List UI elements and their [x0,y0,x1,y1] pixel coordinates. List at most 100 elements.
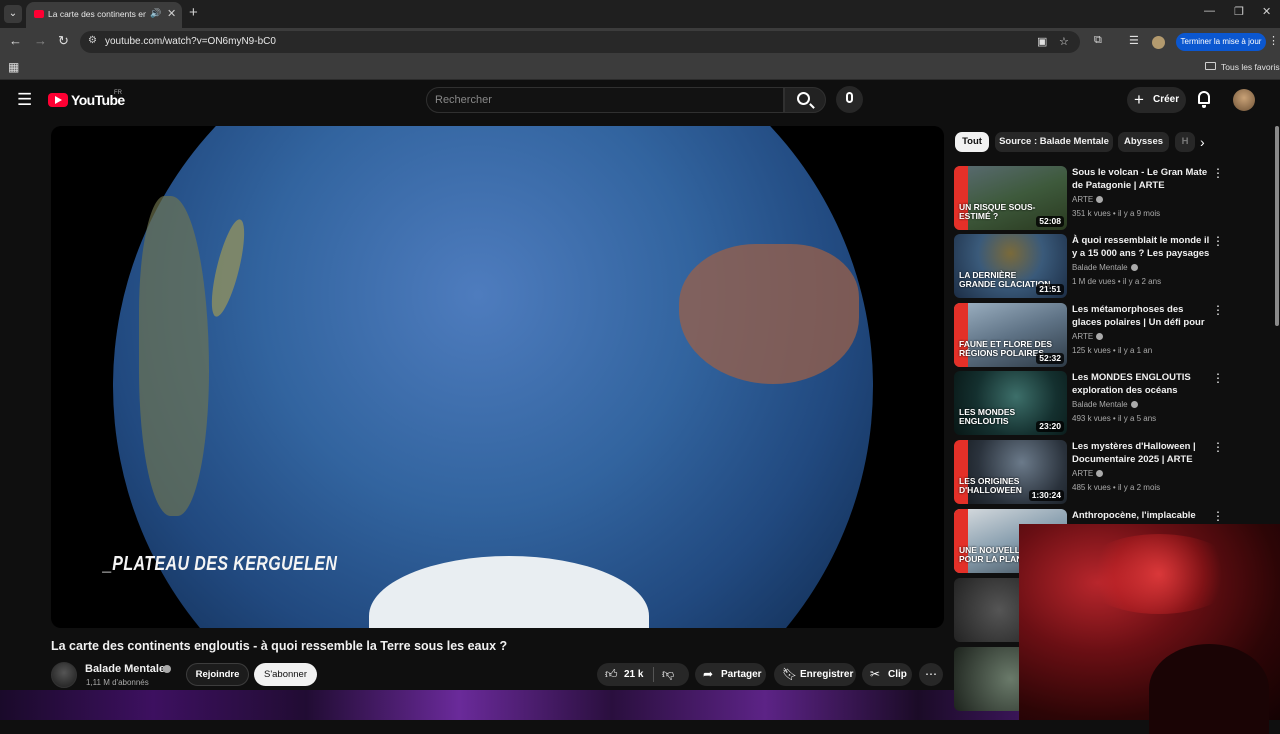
forward-icon[interactable]: → [34,33,47,48]
tab-search-button[interactable]: ⌄ [4,5,22,23]
video-thumbnail[interactable]: FAUNE ET FLORE DES RÉGIONS POLAIRES 52:32 [954,303,1067,367]
video-thumbnail[interactable]: LA DERNIÈRE GRANDE GLACIATION 21:51 [954,234,1067,298]
more-options-icon[interactable]: ⋮ [1212,371,1224,385]
channel-name[interactable]: Balade Mentale [1072,400,1128,409]
recommendation-meta: 493 k vues • il y a 5 ans [1072,414,1157,423]
recommendation-channel[interactable]: ARTE [1072,332,1104,341]
notifications-bell-icon[interactable] [1198,91,1210,108]
browser-tab-active[interactable]: La carte des continents englo 🔊 ✕ [26,2,182,28]
recommendation-item[interactable]: FAUNE ET FLORE DES RÉGIONS POLAIRES 52:32… [954,303,1224,367]
recommendation-meta: 1 M de vues • il y a 2 ans [1072,277,1162,286]
recommendation-title[interactable]: À quoi ressemblait le monde il y a 15 00… [1072,234,1212,260]
close-window-icon[interactable]: ✕ [1262,5,1271,18]
like-count[interactable]: 21 k [624,669,643,680]
verified-badge-icon [163,665,171,673]
user-avatar[interactable] [1233,89,1255,111]
channel-name[interactable]: ARTE [1072,469,1093,478]
recommendation-channel[interactable]: ARTE [1072,195,1104,204]
video-player[interactable]: _PLATEAU DES KERGUELEN [51,126,944,628]
channel-name[interactable]: ARTE [1072,195,1093,204]
url-text[interactable]: youtube.com/watch?v=ON6myN9-bC0 [105,36,276,47]
country-code: FR [114,90,122,96]
join-button[interactable]: Rejoindre [186,663,249,686]
recommendation-channel[interactable]: Balade Mentale [1072,263,1138,272]
folder-icon[interactable] [1205,62,1216,70]
update-button[interactable]: Terminer la mise à jour [1176,33,1266,51]
recommendation-title[interactable]: Sous le volcan - Le Gran Mate de Patagon… [1072,166,1212,192]
menu-icon[interactable]: ☰ [17,90,32,110]
share-icon: ➦ [703,667,714,681]
clip-button[interactable]: ✂ Clip [862,663,912,686]
video-caption: _PLATEAU DES KERGUELEN [103,553,338,575]
video-thumbnail[interactable]: LES MONDES ENGLOUTIS 23:20 [954,371,1067,435]
all-bookmarks-label[interactable]: Tous les favoris [1221,62,1280,72]
fairy-lights [1079,534,1239,614]
more-options-icon[interactable]: ⋮ [1212,303,1224,317]
reading-list-icon[interactable]: ☰ [1129,34,1139,47]
subscribe-button[interactable]: S'abonner [254,663,317,686]
recommendation-item[interactable]: LA DERNIÈRE GRANDE GLACIATION 21:51 À quoi… [954,234,1224,298]
verified-badge-icon [1130,264,1138,271]
share-button[interactable]: ➦ Partager [695,663,766,686]
verified-badge-icon [1096,470,1104,477]
recommendation-item[interactable]: LES ORIGINES D'HALLOWEEN 1:30:24 Les mystè… [954,440,1224,504]
channel-name[interactable]: Balade Mentale [85,663,165,675]
chip-abysses[interactable]: Abysses [1118,132,1169,152]
chip-source[interactable]: Source : Balade Mentale [995,132,1113,152]
minimize-icon[interactable]: — [1204,5,1215,17]
address-bar[interactable]: ⚙ youtube.com/watch?v=ON6myN9-bC0 ▣ ☆ [80,31,1080,53]
chip-all[interactable]: Tout [955,132,989,152]
chevron-right-icon[interactable]: › [1200,134,1205,150]
play-icon [55,96,62,104]
bookmark-star-icon[interactable]: ☆ [1059,35,1069,48]
close-tab-icon[interactable]: ✕ [167,7,176,20]
youtube-logo-icon[interactable] [48,93,68,107]
more-options-icon[interactable]: ⋮ [1212,166,1224,180]
verified-badge-icon [1096,333,1104,340]
youtube-favicon-icon [34,10,44,18]
recommendation-item[interactable]: LES MONDES ENGLOUTIS 23:20 Les MONDES ENGL… [954,371,1224,435]
more-options-icon[interactable]: ⋮ [1212,234,1224,248]
more-options-icon[interactable]: ⋮ [1212,440,1224,454]
more-actions-icon[interactable]: ⋯ [919,663,943,686]
channel-avatar[interactable] [51,662,77,688]
create-button[interactable]: + Créer [1127,87,1186,113]
save-label: Enregistrer [800,669,854,680]
channel-name[interactable]: Balade Mentale [1072,263,1128,272]
more-options-icon[interactable]: ⋮ [1212,509,1224,523]
extensions-icon[interactable]: ⧉ [1094,34,1102,47]
back-icon[interactable]: ← [9,33,22,48]
search-box[interactable] [426,87,784,113]
restore-icon[interactable]: ❐ [1234,5,1244,18]
browser-menu-icon[interactable]: ⋮ [1268,34,1279,47]
thumbs-up-icon[interactable]: 👍︎ [605,667,618,682]
recommendation-channel[interactable]: Balade Mentale [1072,400,1138,409]
apps-grid-icon[interactable]: ▦ [8,60,19,74]
reload-icon[interactable]: ↻ [58,33,69,49]
profile-avatar[interactable] [1152,36,1165,49]
video-duration: 52:08 [1036,216,1064,227]
video-thumbnail[interactable]: LES ORIGINES D'HALLOWEEN 1:30:24 [954,440,1067,504]
search-input[interactable] [435,92,775,108]
audio-playing-icon[interactable]: 🔊 [150,8,161,19]
voice-search-button[interactable] [836,86,863,113]
recommendation-title[interactable]: Les MONDES ENGLOUTIS exploration des océ… [1072,371,1212,397]
site-info-icon[interactable]: ⚙ [88,35,97,46]
recommendation-title[interactable]: Anthropocène, l'implacable [1072,509,1212,522]
video-duration: 23:20 [1036,421,1064,432]
search-button[interactable] [784,87,826,113]
video-thumbnail[interactable]: UN RISQUE SOUS-ESTIMÉ ? 52:08 [954,166,1067,230]
recommendation-title[interactable]: Les métamorphoses des glaces polaires | … [1072,303,1212,329]
recommendation-meta: 351 k vues • il y a 9 mois [1072,209,1161,218]
recommendation-channel[interactable]: ARTE [1072,469,1104,478]
channel-name[interactable]: ARTE [1072,332,1093,341]
recommendation-item[interactable]: UN RISQUE SOUS-ESTIMÉ ? 52:08 Sous le volc… [954,166,1224,230]
new-tab-button[interactable]: + [189,4,198,21]
thumbs-down-icon[interactable]: 👎︎ [662,667,674,682]
chip-more[interactable]: H [1175,132,1195,152]
recommendation-title[interactable]: Les mystères d'Halloween | Documentaire … [1072,440,1212,466]
cast-icon[interactable]: ▣ [1037,35,1047,48]
scrollbar[interactable] [1275,126,1279,326]
save-button[interactable]: 🔖︎ Enregistrer [774,663,856,686]
webcam-overlay [1019,524,1280,734]
